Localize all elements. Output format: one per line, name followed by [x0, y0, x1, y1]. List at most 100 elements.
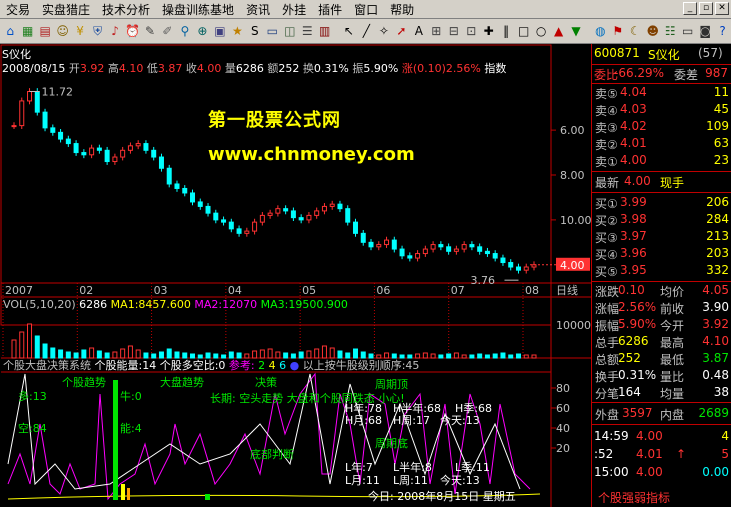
menu-item-0[interactable]: 交易 [0, 1, 36, 18]
candle-body [244, 230, 250, 234]
tv-icon[interactable]: ▭ [679, 22, 695, 41]
people-icon[interactable]: ☷ [662, 22, 678, 41]
low-label: 低 [146, 62, 158, 75]
candle-body [453, 248, 459, 252]
ind-label-l-half: L半年:8 [393, 460, 432, 474]
last-price-value: 4.00 [624, 174, 651, 188]
candle-body [523, 266, 529, 271]
candle-body [275, 208, 281, 214]
fib-icon[interactable]: ⊡ [463, 22, 479, 41]
sell-level-label: 卖③ [595, 121, 618, 135]
candle-body [446, 246, 452, 252]
line-icon[interactable]: ╱ [358, 22, 374, 41]
flag-icon[interactable]: ⚑ [610, 22, 626, 41]
sell-level-row: 卖④ 4.03 45 [592, 102, 731, 118]
grid2-icon[interactable]: ⊟ [446, 22, 462, 41]
bell-icon[interactable]: ♪ [107, 22, 123, 41]
candle-body [407, 255, 413, 259]
person-icon[interactable]: ☺ [54, 22, 70, 41]
bottom-caption: 个股强弱指标 [598, 491, 671, 505]
pause-icon[interactable]: ‖ [498, 22, 514, 41]
camera-icon[interactable]: ◙ [697, 22, 713, 41]
volume-bar [143, 352, 149, 359]
menu-item-7[interactable]: 窗口 [348, 1, 384, 18]
chart-icon[interactable]: ▥ [316, 22, 332, 41]
candle-body [399, 248, 405, 257]
stock-name: S仪化 [648, 48, 680, 62]
star-icon[interactable]: ★ [229, 22, 245, 41]
volume-bar [166, 348, 172, 359]
box-icon[interactable]: □ [515, 22, 531, 41]
cross-icon[interactable]: ✚ [480, 22, 496, 41]
volume-bar [104, 352, 110, 359]
down-icon[interactable]: ▼ [568, 22, 584, 41]
calc-icon[interactable]: ▣ [212, 22, 228, 41]
volume-bar [73, 352, 79, 359]
cursor-icon[interactable]: ↖ [341, 22, 357, 41]
home-icon[interactable]: ⌂ [2, 22, 18, 41]
alarm-icon[interactable]: ⏰ [124, 22, 140, 41]
menu-item-8[interactable]: 帮助 [384, 1, 420, 18]
quote-panel: 600871 S仪化 (57) 委比 -66.29% 委差 987 卖⑤ 4.04 11 卖④ 4.0… [591, 44, 731, 507]
buy-level-volume: 203 [706, 246, 729, 260]
ind-label-cycle-bottom: 周期底 [375, 436, 408, 450]
arrow-icon[interactable]: ➚ [393, 22, 409, 41]
ruler-icon[interactable]: ⊞ [428, 22, 444, 41]
volume-bar [65, 351, 71, 359]
info-date: 2008/08/15 [2, 62, 66, 75]
menu-item-1[interactable]: 实盘猎庄 [36, 1, 96, 18]
moon-icon[interactable]: ☾ [627, 22, 643, 41]
quote-icon[interactable]: ▤ [37, 22, 53, 41]
menu-item-4[interactable]: 资讯 [240, 1, 276, 18]
stat-value-1: 252 [618, 351, 641, 365]
globe-icon[interactable]: ◍ [592, 22, 608, 41]
volume-bar [19, 331, 25, 359]
ind-label-h-year: H年:78 [345, 401, 382, 415]
grid-icon[interactable]: ▦ [19, 22, 35, 41]
user-icon[interactable]: ☻ [645, 22, 661, 41]
buy-level-price: 3.95 [620, 263, 647, 277]
candle-body [166, 167, 172, 185]
window-icon[interactable]: ▭ [264, 22, 280, 41]
divider [592, 424, 731, 425]
list-icon[interactable]: ☰ [299, 22, 315, 41]
volume-bar [531, 354, 537, 359]
date-label: 07 [451, 284, 465, 297]
candle-body [19, 100, 25, 127]
sell-level-label: 卖④ [595, 104, 618, 118]
up-icon[interactable]: ▲ [550, 22, 566, 41]
circle-icon[interactable]: ○ [533, 22, 549, 41]
stat-label-2: 量比 [660, 370, 685, 384]
chart-area[interactable]: 10.00 8.00 6.00 11.72 3.76 4.00 2007 02 03 04 05 06… [0, 44, 591, 507]
menu-item-2[interactable]: 技术分析 [96, 1, 156, 18]
search-icon[interactable]: ⚲ [177, 22, 193, 41]
candle-body [50, 127, 56, 133]
menu-item-3[interactable]: 操盘训练基地 [156, 1, 240, 18]
tools-icon[interactable]: ✧ [376, 22, 392, 41]
outer-value: 3597 [622, 406, 653, 420]
menu-item-5[interactable]: 外挂 [276, 1, 312, 18]
restore-button[interactable]: ▫ [699, 2, 713, 15]
zoom-icon[interactable]: ⊕ [194, 22, 210, 41]
stock-num: (57) [698, 46, 723, 60]
minimize-button[interactable]: _ [683, 2, 697, 15]
candle-body [112, 156, 118, 163]
volume-bar [360, 351, 366, 359]
menu-item-6[interactable]: 插件 [312, 1, 348, 18]
pen-icon[interactable]: ✎ [142, 22, 158, 41]
shield-icon[interactable]: ⛨ [89, 22, 105, 41]
ind-label-today-date: 今日: 2008年8月15日 星期五 [368, 489, 516, 503]
last-price-label: 最新 [595, 176, 620, 190]
stat-value-2: 4.10 [702, 334, 729, 348]
draw-icon[interactable]: ✐ [159, 22, 175, 41]
candle-body [120, 149, 126, 158]
close-button[interactable]: ✕ [715, 2, 729, 15]
volume-bar [283, 352, 289, 359]
money-icon[interactable]: ¥ [72, 22, 88, 41]
sell-level-volume: 109 [706, 119, 729, 133]
text-icon[interactable]: A [411, 22, 427, 41]
ticker-icon[interactable]: S [247, 22, 263, 41]
help-icon[interactable]: ? [714, 22, 730, 41]
tile-icon[interactable]: ◫ [282, 22, 298, 41]
high-label: 高 [107, 62, 119, 75]
